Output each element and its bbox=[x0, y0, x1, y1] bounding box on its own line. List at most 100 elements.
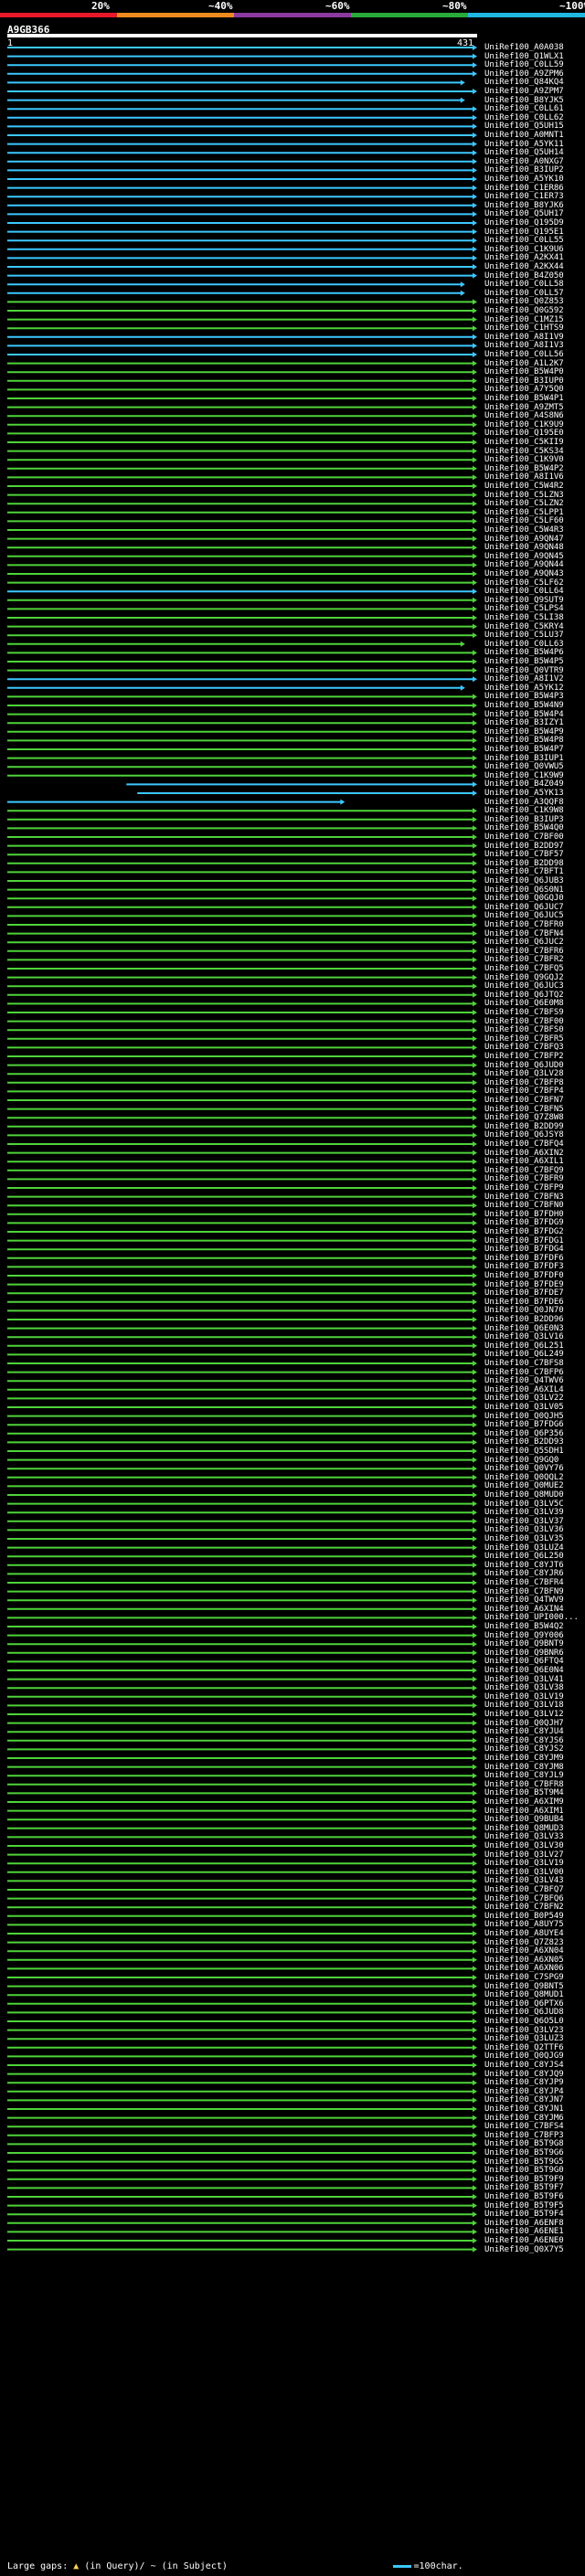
hit-label[interactable]: UniRef100_C7BFR0 bbox=[484, 920, 564, 929]
hit-label[interactable]: UniRef100_C7BFR9 bbox=[484, 1174, 564, 1183]
hit-label[interactable]: UniRef100_A9QN45 bbox=[484, 552, 564, 561]
hit-label[interactable]: UniRef100_Q195E1 bbox=[484, 228, 564, 237]
hit-label[interactable]: UniRef100_B2DD93 bbox=[484, 1437, 564, 1447]
hit-label[interactable]: UniRef100_B5W4P6 bbox=[484, 648, 564, 657]
hit-label[interactable]: UniRef100_Q6P356 bbox=[484, 1429, 564, 1438]
hit-label[interactable]: UniRef100_Q3LV36 bbox=[484, 1525, 564, 1534]
hit-label[interactable]: UniRef100_Q2TTF6 bbox=[484, 2043, 564, 2052]
hit-label[interactable]: UniRef100_B5T9G8 bbox=[484, 2139, 564, 2148]
hit-label[interactable]: UniRef100_B5T9G6 bbox=[484, 2148, 564, 2157]
hit-label[interactable]: UniRef100_C7BFT1 bbox=[484, 867, 564, 876]
hit-label[interactable]: UniRef100_B2DD97 bbox=[484, 842, 564, 851]
hit-label[interactable]: UniRef100_Q9GQJ2 bbox=[484, 973, 564, 982]
hit-label[interactable]: UniRef100_C7BFQ4 bbox=[484, 1140, 564, 1149]
hit-label[interactable]: UniRef100_B7FDH0 bbox=[484, 1210, 564, 1219]
hit-label[interactable]: UniRef100_Q7Z8W8 bbox=[484, 1113, 564, 1122]
hit-label[interactable]: UniRef100_A6XIM1 bbox=[484, 1807, 564, 1816]
hit-label[interactable]: UniRef100_B5T9G0 bbox=[484, 2166, 564, 2175]
hit-label[interactable]: UniRef100_C7BFP6 bbox=[484, 1368, 564, 1377]
hit-label[interactable]: UniRef100_B3IUP2 bbox=[484, 165, 564, 175]
hit-label[interactable]: UniRef100_Q9Y006 bbox=[484, 1631, 564, 1640]
hit-label[interactable]: UniRef100_C0LL63 bbox=[484, 640, 564, 649]
hit-label[interactable]: UniRef100_C5LU37 bbox=[484, 631, 564, 640]
hit-label[interactable]: UniRef100_B7FDF6 bbox=[484, 1254, 564, 1263]
hit-label[interactable]: UniRef100_B5W4P9 bbox=[484, 727, 564, 737]
hit-label[interactable]: UniRef100_UPI000... bbox=[484, 1613, 579, 1622]
hit-label[interactable]: UniRef100_B5T9F4 bbox=[484, 2210, 564, 2219]
hit-label[interactable]: UniRef100_C8YJN1 bbox=[484, 2104, 564, 2114]
hit-label[interactable]: UniRef100_A6XIN2 bbox=[484, 1149, 564, 1158]
hit-label[interactable]: UniRef100_C7BFN4 bbox=[484, 929, 564, 938]
hit-label[interactable]: UniRef100_C8YJR6 bbox=[484, 1569, 564, 1578]
hit-label[interactable]: UniRef100_A9ZPM7 bbox=[484, 87, 564, 96]
hit-label[interactable]: UniRef100_Q6JSY8 bbox=[484, 1130, 564, 1140]
hit-label[interactable]: UniRef100_A8I1V2 bbox=[484, 674, 564, 684]
hit-label[interactable]: UniRef100_A6XIN4 bbox=[484, 1605, 564, 1614]
hit-label[interactable]: UniRef100_Q3LV35 bbox=[484, 1534, 564, 1543]
hit-label[interactable]: UniRef100_C0LL61 bbox=[484, 104, 564, 113]
hit-label[interactable]: UniRef100_B0P549 bbox=[484, 1912, 564, 1921]
hit-label[interactable]: UniRef100_B5T9F7 bbox=[484, 2183, 564, 2192]
hit-label[interactable]: UniRef100_C0LL58 bbox=[484, 280, 564, 289]
hit-label[interactable]: UniRef100_C0LL59 bbox=[484, 60, 564, 69]
hit-label[interactable]: UniRef100_C0LL62 bbox=[484, 113, 564, 122]
hit-label[interactable]: UniRef100_C7BFN5 bbox=[484, 1105, 564, 1114]
hit-label[interactable]: UniRef100_Q3LV39 bbox=[484, 1508, 564, 1517]
hit-label[interactable]: UniRef100_B5W4P2 bbox=[484, 464, 564, 473]
hit-label[interactable]: UniRef100_A5YK10 bbox=[484, 175, 564, 184]
hit-label[interactable]: UniRef100_C8YJN7 bbox=[484, 2095, 564, 2104]
hit-label[interactable]: UniRef100_A6XN05 bbox=[484, 1956, 564, 1965]
hit-label[interactable]: UniRef100_Q6JUD8 bbox=[484, 2008, 564, 2017]
hit-label[interactable]: UniRef100_B7FDG9 bbox=[484, 1218, 564, 1227]
hit-label[interactable]: UniRef100_Q6E0N3 bbox=[484, 1324, 564, 1333]
hit-label[interactable]: UniRef100_C7BFQ9 bbox=[484, 1166, 564, 1175]
hit-label[interactable]: UniRef100_C8YJS4 bbox=[484, 2061, 564, 2070]
hit-label[interactable]: UniRef100_A5YK11 bbox=[484, 140, 564, 149]
hit-label[interactable]: UniRef100_Q0JN70 bbox=[484, 1306, 564, 1315]
hit-label[interactable]: UniRef100_A3QQF8 bbox=[484, 798, 564, 807]
hit-label[interactable]: UniRef100_B5W4P8 bbox=[484, 736, 564, 745]
hit-label[interactable]: UniRef100_A6XN06 bbox=[484, 1964, 564, 1973]
hit-label[interactable]: UniRef100_B7FDG4 bbox=[484, 1245, 564, 1254]
hit-label[interactable]: UniRef100_A8I1V3 bbox=[484, 341, 564, 350]
hit-label[interactable]: UniRef100_A8I1V9 bbox=[484, 333, 564, 342]
hit-label[interactable]: UniRef100_C7BFR6 bbox=[484, 947, 564, 956]
hit-label[interactable]: UniRef100_A9QN48 bbox=[484, 543, 564, 552]
hit-label[interactable]: UniRef100_C5LZN3 bbox=[484, 491, 564, 500]
hit-label[interactable]: UniRef100_C8YJS2 bbox=[484, 1744, 564, 1754]
hit-label[interactable]: UniRef100_Q9SUT9 bbox=[484, 596, 564, 605]
hit-label[interactable]: UniRef100_A4S8N6 bbox=[484, 411, 564, 420]
hit-label[interactable]: UniRef100_Q5UH17 bbox=[484, 209, 564, 218]
hit-label[interactable]: UniRef100_Q6JUB3 bbox=[484, 876, 564, 885]
hit-label[interactable]: UniRef100_C7BFR8 bbox=[484, 1780, 564, 1789]
hit-label[interactable]: UniRef100_A5YK12 bbox=[484, 684, 564, 693]
hit-label[interactable]: UniRef100_A9ZPM6 bbox=[484, 69, 564, 79]
hit-label[interactable]: UniRef100_Q3LV27 bbox=[484, 1850, 564, 1860]
hit-label[interactable]: UniRef100_Q6JUC5 bbox=[484, 911, 564, 920]
hit-label[interactable]: UniRef100_A7Y5Q0 bbox=[484, 385, 564, 394]
hit-label[interactable]: UniRef100_C5LI38 bbox=[484, 613, 564, 622]
hit-label[interactable]: UniRef100_Q3LUZ4 bbox=[484, 1543, 564, 1553]
hit-label[interactable]: UniRef100_C7BFR5 bbox=[484, 1034, 564, 1044]
hit-label[interactable]: UniRef100_Q0QJG9 bbox=[484, 2051, 564, 2061]
hit-label[interactable]: UniRef100_Q6PTX6 bbox=[484, 1999, 564, 2009]
hit-label[interactable]: UniRef100_C5KII9 bbox=[484, 438, 564, 447]
hit-label[interactable]: UniRef100_Q3LV5C bbox=[484, 1500, 564, 1509]
hit-label[interactable]: UniRef100_Q84KQ4 bbox=[484, 78, 564, 87]
hit-label[interactable]: UniRef100_A5YK13 bbox=[484, 789, 564, 798]
hit-label[interactable]: UniRef100_Q8MUD1 bbox=[484, 1990, 564, 1999]
hit-label[interactable]: UniRef100_Q0GQJ0 bbox=[484, 894, 564, 903]
hit-label[interactable]: UniRef100_Q3LV41 bbox=[484, 1675, 564, 1684]
hit-label[interactable]: UniRef100_C1ER73 bbox=[484, 192, 564, 201]
hit-label[interactable]: UniRef100_Q5SDH1 bbox=[484, 1447, 564, 1456]
hit-label[interactable]: UniRef100_B5W4Q0 bbox=[484, 823, 564, 832]
hit-label[interactable]: UniRef100_Q6JUC7 bbox=[484, 903, 564, 912]
hit-label[interactable]: UniRef100_Q0VY76 bbox=[484, 1464, 564, 1473]
hit-label[interactable]: UniRef100_B5T9F5 bbox=[484, 2201, 564, 2210]
hit-label[interactable]: UniRef100_B7FDG6 bbox=[484, 1420, 564, 1429]
hit-label[interactable]: UniRef100_A9QN43 bbox=[484, 569, 564, 578]
hit-label[interactable]: UniRef100_Q3LV30 bbox=[484, 1841, 564, 1850]
hit-label[interactable]: UniRef100_Q3LV05 bbox=[484, 1403, 564, 1412]
hit-label[interactable]: UniRef100_A8UYE4 bbox=[484, 1929, 564, 1938]
hit-label[interactable]: UniRef100_A8I1V6 bbox=[484, 472, 564, 482]
